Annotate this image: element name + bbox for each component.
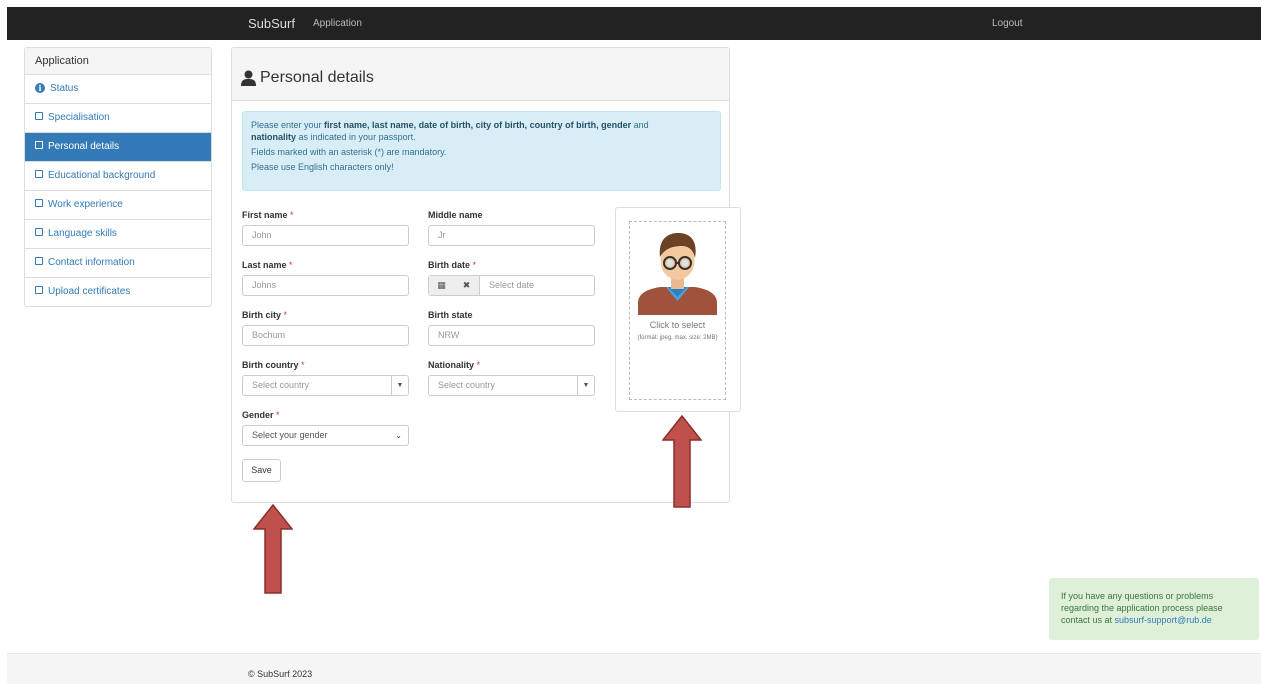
logout-link[interactable]: Logout (992, 18, 1023, 29)
sidebar-item-language-skills[interactable]: Language skills (25, 220, 211, 249)
nav-application-link[interactable]: Application (313, 18, 362, 29)
personal-details-panel: Personal details Please enter your first… (231, 47, 741, 503)
page: SubSurf Application Logout Application i… (7, 7, 1261, 684)
photo-upload-box: Click to select (format: jpeg, max. size… (615, 207, 741, 412)
checkbox-icon (35, 170, 43, 178)
page-title: Personal details (260, 69, 374, 86)
alert-english-note: Please use English characters only! (251, 162, 394, 172)
sidebar-item-contact-information[interactable]: Contact information (25, 249, 211, 278)
birth-date-label: Birth date * (428, 260, 477, 270)
last-name-label: Last name * (242, 260, 293, 270)
sidebar-item-label: Status (50, 83, 79, 94)
nationality-placeholder: Select country (438, 380, 496, 390)
checkbox-icon (35, 112, 43, 120)
sidebar-item-work-experience[interactable]: Work experience (25, 191, 211, 220)
sidebar-item-upload-certificates[interactable]: Upload certificates (25, 278, 211, 306)
info-icon: i (35, 83, 45, 93)
sidebar: Application i Status Specialisation Perso… (24, 47, 212, 307)
checkbox-icon (35, 141, 43, 149)
sidebar-item-label: Specialisation (48, 112, 110, 123)
gender-select[interactable]: Select your gender ⌄ (242, 425, 409, 446)
sidebar-item-label: Educational background (48, 170, 156, 181)
alert-bold-text: first name, last name, date of birth, ci… (324, 120, 632, 130)
birth-city-label: Birth city * (242, 310, 288, 320)
sidebar-item-label: Language skills (48, 228, 117, 239)
last-name-input[interactable]: Johns (242, 275, 409, 296)
nationality-select[interactable]: Select country ▼ (428, 375, 595, 396)
support-email-link[interactable]: subsurf-support@rub.de (1115, 615, 1212, 625)
checkbox-icon (35, 257, 43, 265)
sidebar-item-specialisation[interactable]: Specialisation (25, 104, 211, 133)
middle-name-input[interactable]: Jr (428, 225, 595, 246)
footer: © SubSurf 2023 (7, 653, 1261, 684)
birth-state-input[interactable]: NRW (428, 325, 595, 346)
chevron-down-icon: ⌄ (395, 431, 402, 440)
birth-state-label: Birth state (428, 310, 473, 320)
photo-click-label: Click to select (649, 320, 706, 330)
caret-down-icon: ▼ (391, 376, 408, 395)
alert-text: as indicated in your passport. (296, 132, 416, 142)
first-name-input[interactable]: John (242, 225, 409, 246)
photo-format-hint: (format: jpeg, max. size: 2MB) (637, 335, 718, 341)
clear-date-icon[interactable]: ✖ (454, 276, 480, 295)
user-icon (241, 70, 256, 86)
first-name-label: First name * (242, 210, 294, 220)
copyright-text: © SubSurf 2023 (248, 669, 313, 679)
birth-country-select[interactable]: Select country ▼ (242, 375, 409, 396)
alert-bold-text: nationality (251, 132, 297, 142)
photo-dropzone[interactable]: Click to select (format: jpeg, max. size… (629, 221, 726, 400)
alert-text: Please enter your (251, 120, 325, 130)
birth-date-input[interactable]: Select date (489, 276, 534, 295)
sidebar-item-personal-details[interactable]: Personal details (25, 133, 211, 162)
panel-heading: Personal details (232, 48, 729, 101)
caret-down-icon: ▼ (577, 376, 594, 395)
gender-label: Gender * (242, 410, 280, 420)
middle-name-label: Middle name (428, 210, 483, 220)
alert-text: and (631, 120, 649, 130)
sidebar-item-label: Work experience (48, 199, 123, 210)
checkbox-icon (35, 286, 43, 294)
avatar-placeholder-icon (638, 233, 717, 315)
checkbox-icon (35, 199, 43, 207)
birth-date-field: ▦ ✖ Select date (428, 275, 595, 296)
sidebar-item-label: Upload certificates (48, 286, 131, 297)
birth-country-placeholder: Select country (252, 380, 310, 390)
sidebar-title: Application (25, 48, 211, 75)
arrow-up-icon (662, 415, 702, 508)
info-alert: Please enter your first name, last name,… (242, 111, 721, 191)
gender-placeholder: Select your gender (252, 430, 328, 440)
sidebar-item-label: Personal details (48, 141, 120, 152)
support-info-box: If you have any questions or problems re… (1049, 578, 1259, 640)
brand-link[interactable]: SubSurf (248, 16, 295, 31)
sidebar-item-label: Contact information (48, 257, 135, 268)
alert-mandatory-note: Fields marked with an asterisk (*) are m… (251, 147, 447, 157)
calendar-icon[interactable]: ▦ (429, 276, 455, 295)
arrow-up-icon (253, 504, 293, 594)
sidebar-item-status[interactable]: i Status (25, 75, 211, 104)
nationality-label: Nationality * (428, 360, 481, 370)
top-navbar: SubSurf Application Logout (7, 7, 1261, 40)
birth-country-label: Birth country * (242, 360, 305, 370)
sidebar-item-educational-background[interactable]: Educational background (25, 162, 211, 191)
birth-city-input[interactable]: Bochum (242, 325, 409, 346)
save-button[interactable]: Save (242, 459, 281, 482)
checkbox-icon (35, 228, 43, 236)
